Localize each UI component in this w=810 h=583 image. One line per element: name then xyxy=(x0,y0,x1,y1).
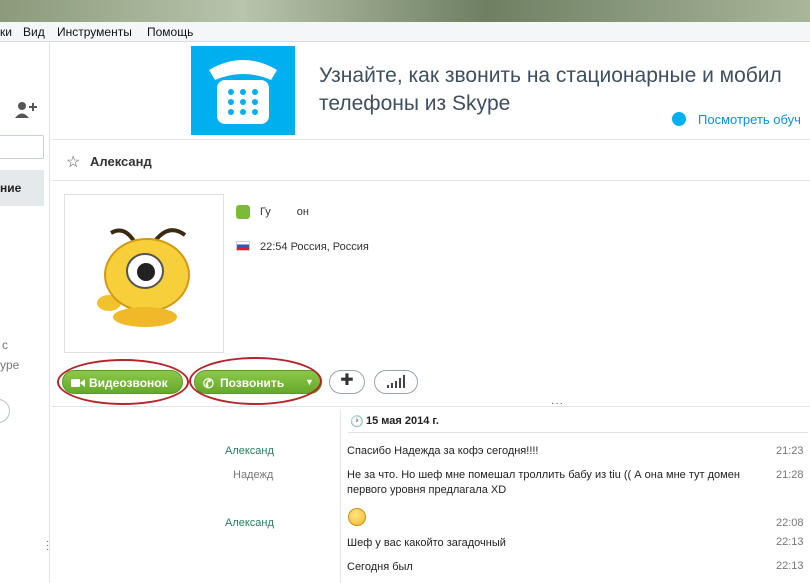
message-sender[interactable]: Надежд xyxy=(233,469,273,481)
contact-header: ☆ Александ xyxy=(52,139,810,181)
call-quality-button[interactable] xyxy=(374,370,418,394)
sidebar-text: с xyxy=(2,338,8,352)
contacts-sidebar: ние с ype · · · xyxy=(0,42,50,583)
add-contact-icon[interactable] xyxy=(14,100,40,120)
clock-icon: 🕐 xyxy=(350,416,364,428)
sidebar-item-recent[interactable]: ние xyxy=(0,170,44,206)
search-input[interactable] xyxy=(0,135,44,159)
sidebar-circle-button[interactable] xyxy=(0,399,10,423)
menu-item-contacts[interactable]: ки xyxy=(0,25,12,39)
play-icon[interactable] xyxy=(672,112,686,126)
banner-more-link[interactable]: Посмотреть обуч xyxy=(698,112,801,127)
telephone-icon xyxy=(209,60,277,124)
message-time: 21:28 xyxy=(776,469,804,481)
message-text: Не за что. Но шеф мне помешал троллить б… xyxy=(347,469,740,496)
divider xyxy=(348,432,808,433)
ant-mascot-avatar xyxy=(97,228,190,327)
highlight-ring xyxy=(189,357,322,405)
banner-headline-2: телефоны из Skype xyxy=(319,92,511,115)
message-sender[interactable]: Александ xyxy=(225,445,274,457)
smiley-emoticon-icon xyxy=(348,508,366,526)
chat-date: 15 мая 2014 г. xyxy=(366,415,439,427)
contact-local-time: 22:54 Россия, Россия xyxy=(260,241,369,253)
highlight-ring xyxy=(57,359,189,405)
menu-item-tools[interactable]: Инструменты xyxy=(57,25,132,39)
banner-phone-tile xyxy=(191,46,295,135)
window-titlebar xyxy=(0,0,810,22)
contact-avatar[interactable] xyxy=(64,194,224,353)
contact-name: Александ xyxy=(90,154,152,169)
message-time: 22:13 xyxy=(776,536,804,548)
chat-column-divider xyxy=(340,410,341,583)
splitter-handle-icon[interactable]: · · · xyxy=(46,537,49,555)
favorite-star-icon[interactable]: ☆ xyxy=(66,152,80,172)
message-time: 22:08 xyxy=(776,517,804,529)
chat-history: 🕐 15 мая 2014 г. Александ Спасибо Надежд… xyxy=(52,407,810,583)
add-participant-button[interactable]: ✚ xyxy=(329,370,365,394)
message-time: 21:23 xyxy=(776,445,804,457)
menu-item-help[interactable]: Помощь xyxy=(147,25,193,39)
menu-bar: ки Вид Инструменты Помощь xyxy=(0,22,810,42)
online-status-icon xyxy=(236,205,250,219)
ad-banner[interactable]: Узнайте, как звонить на стационарные и м… xyxy=(52,42,810,139)
message-sender[interactable]: Александ xyxy=(225,517,274,529)
contact-status-text: Гу он xyxy=(260,206,309,218)
message-text: Сегодня был xyxy=(347,561,413,573)
sidebar-text: ype xyxy=(0,358,20,372)
russia-flag-icon xyxy=(236,241,250,251)
message-text: Шеф у вас какойто загадочный xyxy=(347,537,506,549)
message-time: 22:13 xyxy=(776,560,804,572)
signal-bars-icon xyxy=(387,375,405,388)
message-text: Спасибо Надежда за кофэ сегодня!!!! xyxy=(347,445,539,457)
menu-item-view[interactable]: Вид xyxy=(23,25,45,39)
banner-headline: Узнайте, как звонить на стационарные и м… xyxy=(319,64,782,87)
plus-icon: ✚ xyxy=(340,372,354,389)
